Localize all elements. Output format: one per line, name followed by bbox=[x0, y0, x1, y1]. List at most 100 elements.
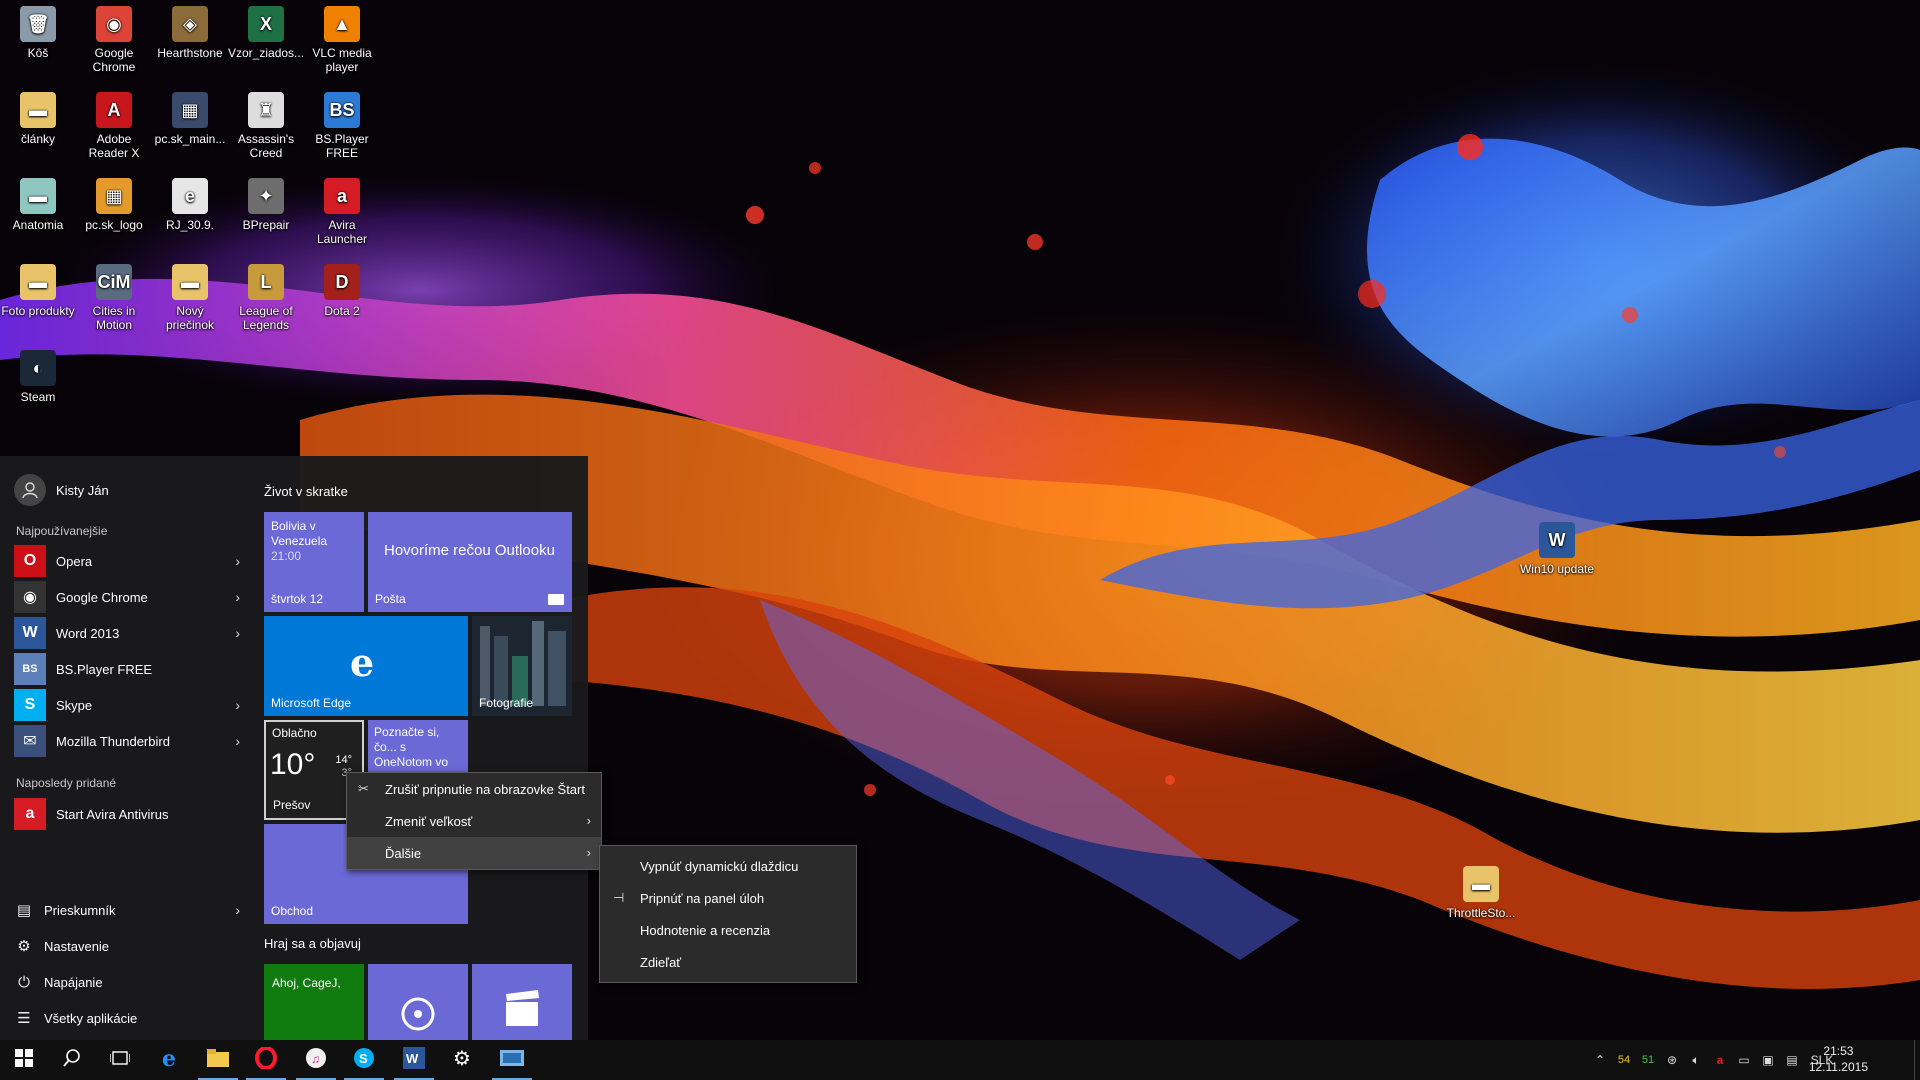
submenu-arrow-icon: › bbox=[586, 813, 591, 828]
user-account-button[interactable]: Kisty Ján bbox=[14, 474, 109, 506]
cpu-temperature-indicator[interactable]: 54 bbox=[1612, 1054, 1636, 1066]
start-system-item[interactable]: ⚙ Nastavenie bbox=[14, 931, 240, 961]
most-used-app-item[interactable]: ◉ Google Chrome › bbox=[14, 579, 240, 615]
most-used-app-item[interactable]: O Opera › bbox=[14, 543, 240, 579]
app-item-label: Mozilla Thunderbird bbox=[56, 733, 170, 749]
most-used-app-item[interactable]: ✉ Mozilla Thunderbird › bbox=[14, 723, 240, 759]
gpu-temperature-indicator[interactable]: 51 bbox=[1636, 1054, 1660, 1066]
desktop-icon[interactable]: ▲ VLC media player bbox=[304, 6, 380, 74]
edge-taskbar-button[interactable]: e bbox=[146, 1040, 194, 1080]
settings-taskbar-button[interactable]: ⚙ bbox=[438, 1040, 486, 1080]
taskbar-clock[interactable]: 21:53 12.11.2015 bbox=[1809, 1043, 1868, 1075]
avira-tray-icon[interactable]: a bbox=[1708, 1053, 1732, 1067]
jump-list-arrow-icon[interactable]: › bbox=[235, 697, 240, 713]
desktop-icon[interactable]: ◉ Google Chrome bbox=[76, 6, 152, 74]
desktop-icon[interactable]: ◈ Hearthstone bbox=[152, 6, 228, 60]
desktop-icon[interactable]: a Avira Launcher bbox=[304, 178, 380, 246]
jump-list-arrow-icon[interactable]: › bbox=[235, 733, 240, 749]
desktop-icon[interactable]: ✦ BPrepair bbox=[228, 178, 304, 232]
desktop-icon[interactable]: ▬ Foto produkty bbox=[0, 264, 76, 318]
gear-icon: ⚙ bbox=[451, 1047, 473, 1074]
start-button[interactable] bbox=[0, 1040, 48, 1080]
recently-added-app-item[interactable]: a Start Avira Antivirus bbox=[14, 796, 240, 832]
itunes-taskbar-button[interactable]: ♫ bbox=[292, 1040, 340, 1080]
opera-taskbar-button[interactable] bbox=[242, 1040, 290, 1080]
desktop-icon[interactable]: ▦ pc.sk_logo bbox=[76, 178, 152, 232]
desktop-icon[interactable]: A Adobe Reader X bbox=[76, 92, 152, 160]
desktop-icon[interactable]: D Dota 2 bbox=[304, 264, 380, 318]
desktop-icon-label: League of Legends bbox=[239, 304, 293, 332]
submenu-item[interactable]: ⊣ Pripnúť na panel úloh bbox=[600, 882, 856, 914]
desktop-icon[interactable]: ♜ Assassin's Creed bbox=[228, 92, 304, 160]
desktop-icon[interactable]: ▬ články bbox=[0, 92, 76, 146]
edge-tile[interactable]: e Microsoft Edge bbox=[264, 616, 468, 716]
desktop-icon[interactable]: ▬ ThrottleSto... bbox=[1443, 866, 1519, 920]
most-used-app-item[interactable]: BS BS.Player FREE bbox=[14, 651, 240, 687]
most-used-app-item[interactable]: S Skype › bbox=[14, 687, 240, 723]
movies-tv-tile[interactable] bbox=[472, 964, 572, 1040]
desktop-icon[interactable]: BS BS.Player FREE bbox=[304, 92, 380, 160]
desktop-icon[interactable]: ▬ Anatomia bbox=[0, 178, 76, 232]
show-hidden-icons-chevron-icon[interactable]: ⌃ bbox=[1588, 1053, 1612, 1067]
desktop-icon-label: články bbox=[20, 132, 55, 146]
desktop-icon[interactable]: 🗑︎ Kôš bbox=[0, 6, 76, 60]
folder-icon: ▬ bbox=[20, 92, 56, 128]
submenu-item[interactable]: Zdieľať bbox=[600, 946, 856, 978]
remote-desktop-taskbar-button[interactable] bbox=[488, 1040, 536, 1080]
network-icon[interactable]: ▣ bbox=[1756, 1053, 1780, 1067]
skype-taskbar-button[interactable]: S bbox=[340, 1040, 388, 1080]
bsplayer-icon: BS bbox=[14, 653, 46, 685]
context-menu-item[interactable]: ✂︎ Zrušiť pripnutie na obrazovke Štart bbox=[347, 773, 601, 805]
task-view-button[interactable] bbox=[96, 1040, 144, 1080]
start-system-item[interactable]: ☰ Všetky aplikácie bbox=[14, 1003, 240, 1033]
action-center-icon[interactable]: ▤ bbox=[1780, 1053, 1804, 1067]
volume-icon[interactable]: 🔈︎ bbox=[1684, 1053, 1708, 1068]
mail-tile[interactable]: Hovoríme rečou Outlooku Pošta bbox=[368, 512, 572, 612]
show-desktop-button[interactable] bbox=[1914, 1040, 1920, 1080]
tile-group-title-play: Hraj sa a objavuj bbox=[264, 936, 361, 951]
word-icon: W bbox=[403, 1046, 425, 1074]
jump-list-arrow-icon[interactable]: › bbox=[235, 902, 240, 918]
word-taskbar-button[interactable]: W bbox=[390, 1040, 438, 1080]
system-item-label: Všetky aplikácie bbox=[44, 1010, 138, 1026]
submenu-item[interactable]: Vypnúť dynamickú dlaždicu bbox=[600, 850, 856, 882]
desktop-icon-label: Dota 2 bbox=[324, 304, 360, 318]
desktop-icon[interactable]: ▦ pc.sk_main... bbox=[152, 92, 228, 146]
clock-date: 12.11.2015 bbox=[1808, 1060, 1868, 1074]
submenu-item[interactable]: Hodnotenie a recenzia bbox=[600, 914, 856, 946]
calendar-event-line2: Venezuela bbox=[271, 534, 328, 548]
settings-icon: ⚙ bbox=[17, 938, 31, 955]
context-menu-item[interactable]: Zmeniť veľkosť › bbox=[347, 805, 601, 837]
desktop-icon[interactable]: L League of Legends bbox=[228, 264, 304, 332]
jump-list-arrow-icon[interactable]: › bbox=[235, 553, 240, 569]
desktop-icon-label: Hearthstone bbox=[157, 46, 223, 60]
mail-tile-label: Pošta bbox=[375, 592, 406, 606]
most-used-app-item[interactable]: W Word 2013 › bbox=[14, 615, 240, 651]
jump-list-arrow-icon[interactable]: › bbox=[235, 625, 240, 641]
explorer-taskbar-button[interactable] bbox=[194, 1040, 242, 1080]
steam-tray-icon[interactable]: ⊛ bbox=[1660, 1053, 1684, 1067]
start-system-item[interactable]: ⏻ Napájanie bbox=[14, 967, 240, 997]
search-button[interactable] bbox=[48, 1040, 96, 1080]
groove-music-tile[interactable] bbox=[368, 964, 468, 1040]
folder-icon bbox=[207, 1048, 229, 1072]
start-system-item[interactable]: ▤ Prieskumník › bbox=[14, 895, 240, 925]
image-file-icon: ▦ bbox=[96, 178, 132, 214]
search-icon bbox=[63, 1048, 81, 1072]
desktop-icon[interactable]: ▬ Nový priečinok bbox=[152, 264, 228, 332]
xbox-tile[interactable]: Ahoj, CageJ, bbox=[264, 964, 364, 1040]
battery-icon[interactable]: ▭ bbox=[1732, 1053, 1756, 1067]
context-menu-item[interactable]: Ďalšie › bbox=[347, 837, 601, 869]
desktop-icon[interactable]: W Win10 update bbox=[1519, 522, 1595, 576]
desktop-icon[interactable]: CiM Cities in Motion bbox=[76, 264, 152, 332]
desktop-icon[interactable]: X Vzor_ziados... bbox=[228, 6, 304, 60]
opera-icon: O bbox=[14, 545, 46, 577]
desktop-icon[interactable]: ◐ Steam bbox=[0, 350, 76, 404]
submenu-arrow-icon: › bbox=[586, 845, 591, 860]
desktop-icon-label: RJ_30.9. bbox=[165, 218, 215, 232]
app-item-label: Opera bbox=[56, 553, 93, 569]
desktop-icon[interactable]: e RJ_30.9. bbox=[152, 178, 228, 232]
calendar-tile[interactable]: Bolivia v Venezuela 21:00 štvrtok 12 bbox=[264, 512, 364, 612]
photos-tile[interactable]: Fotografie bbox=[472, 616, 572, 716]
jump-list-arrow-icon[interactable]: › bbox=[235, 589, 240, 605]
